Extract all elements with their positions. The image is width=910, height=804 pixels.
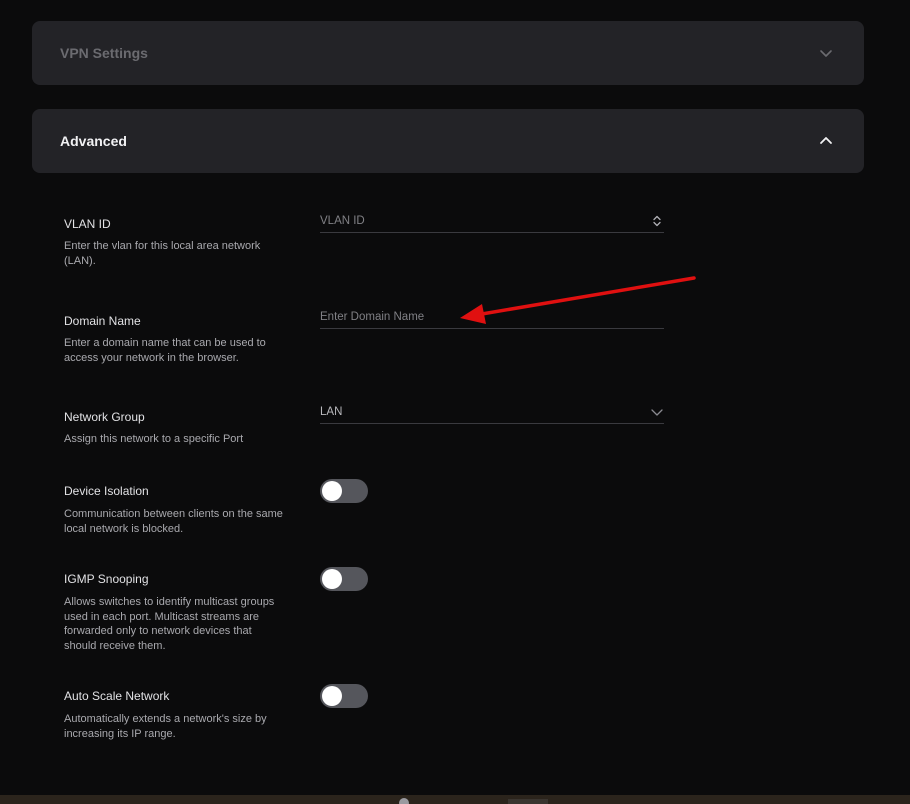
toggle-knob [322,686,342,706]
auto-scale-network-label: Auto Scale Network [64,689,170,703]
toggle-knob [322,481,342,501]
igmp-snooping-description: Allows switches to identify multicast gr… [64,596,275,652]
domain-name-input[interactable] [320,305,664,328]
domain-name-label: Domain Name [64,314,141,328]
network-group-select[interactable]: LAN [320,400,664,424]
vlan-id-description: Enter the vlan for this local area netwo… [64,240,261,267]
vlan-id-field[interactable] [320,209,664,233]
domain-name-description: Enter a domain name that can be used to … [64,337,266,364]
advanced-header[interactable]: Advanced [32,109,864,173]
stepper-icon[interactable] [650,214,664,228]
vpn-settings-title: VPN Settings [60,45,148,61]
taskbar-icon[interactable] [399,798,409,804]
vlan-id-label: VLAN ID [64,217,111,231]
domain-name-field[interactable] [320,305,664,329]
auto-scale-network-toggle[interactable] [320,684,368,708]
device-isolation-description: Communication between clients on the sam… [64,508,283,535]
vlan-id-input[interactable] [320,209,664,232]
network-group-value: LAN [320,405,343,418]
advanced-title: Advanced [60,133,127,149]
network-group-description: Assign this network to a specific Port [64,433,244,445]
bottom-taskbar [0,795,910,804]
device-isolation-label: Device Isolation [64,484,149,498]
toggle-knob [322,569,342,589]
chevron-up-icon[interactable] [818,133,834,149]
device-isolation-toggle[interactable] [320,479,368,503]
chevron-down-icon[interactable] [650,405,664,419]
igmp-snooping-label: IGMP Snooping [64,572,149,586]
chevron-down-icon[interactable] [818,45,834,61]
page: VPN Settings Advanced VLAN ID Enter the … [0,0,910,804]
igmp-snooping-toggle[interactable] [320,567,368,591]
taskbar-item[interactable] [508,799,548,804]
auto-scale-network-description: Automatically extends a network's size b… [64,713,267,740]
network-group-label: Network Group [64,410,145,424]
vpn-settings-header[interactable]: VPN Settings [32,21,864,85]
